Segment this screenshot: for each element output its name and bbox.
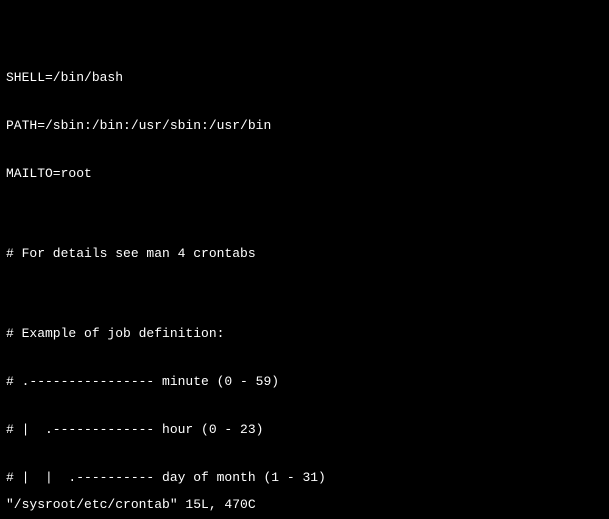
file-line: PATH=/sbin:/bin:/usr/sbin:/usr/bin — [6, 118, 603, 134]
file-line: # Example of job definition: — [6, 326, 603, 342]
file-line: SHELL=/bin/bash — [6, 70, 603, 86]
vi-editor-terminal[interactable]: SHELL=/bin/bash PATH=/sbin:/bin:/usr/sbi… — [0, 0, 609, 519]
file-content: SHELL=/bin/bash PATH=/sbin:/bin:/usr/sbi… — [6, 38, 603, 519]
file-line: # | | .---------- day of month (1 - 31) — [6, 470, 603, 486]
file-line: MAILTO=root — [6, 166, 603, 182]
file-line: # For details see man 4 crontabs — [6, 246, 603, 262]
file-line: # .---------------- minute (0 - 59) — [6, 374, 603, 390]
vi-status-line: "/sysroot/etc/crontab" 15L, 470C — [6, 497, 256, 513]
file-line: # | .------------- hour (0 - 23) — [6, 422, 603, 438]
